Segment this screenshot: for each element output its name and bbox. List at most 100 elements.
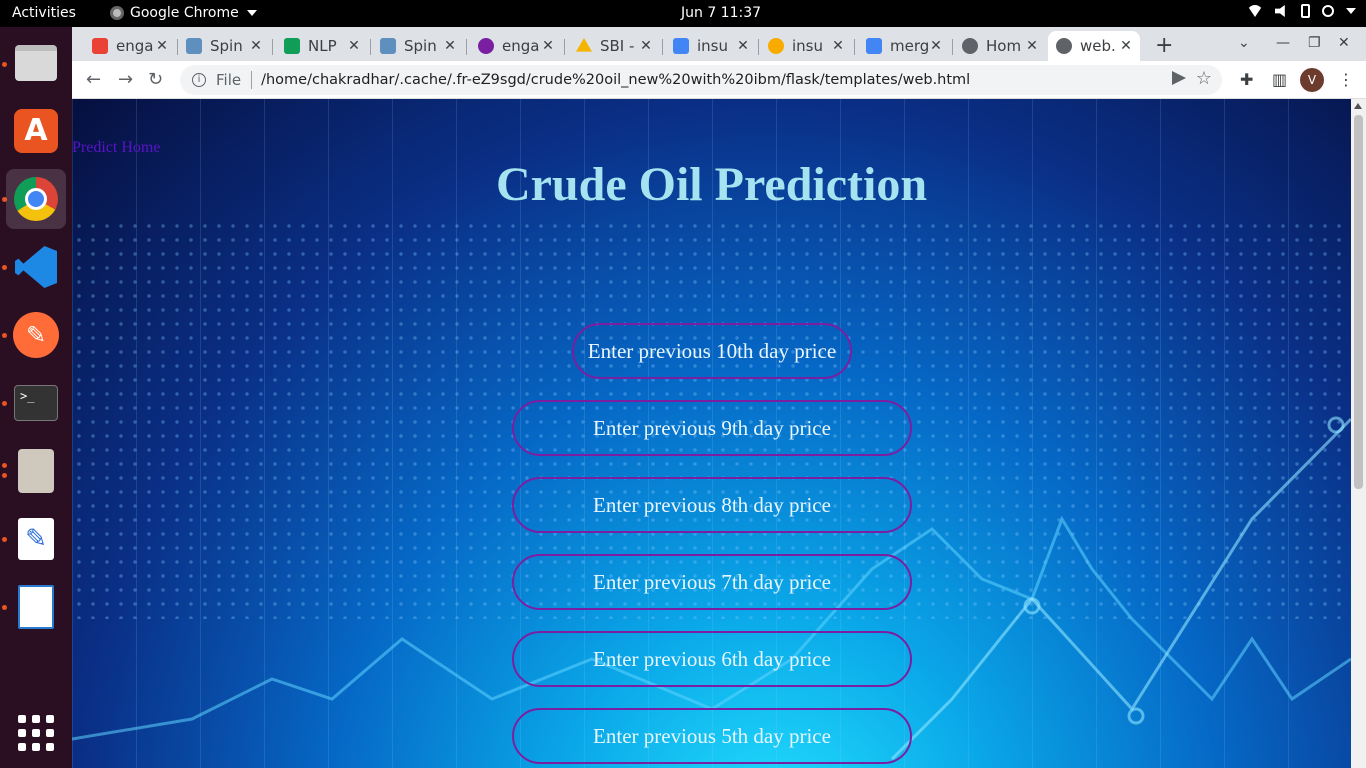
postman-icon: ✎ [13, 312, 59, 358]
app-menu[interactable]: Google Chrome [110, 5, 257, 21]
tab-2[interactable]: NLP ✕ [276, 31, 368, 61]
close-icon[interactable]: ✕ [248, 38, 264, 54]
address-bar[interactable]: i File /home/chakradhar/.cache/.fr-eZ9sg… [180, 65, 1222, 95]
close-icon[interactable]: ✕ [638, 38, 654, 54]
price-field-day-6[interactable] [512, 631, 912, 687]
price-field-day-8[interactable] [512, 477, 912, 533]
dock-text-editor[interactable]: ✎ [6, 509, 66, 569]
close-icon[interactable]: ✕ [154, 38, 170, 54]
files-icon [15, 45, 57, 81]
drive-icon [576, 38, 592, 52]
caret-down-icon [246, 10, 257, 16]
globe-icon [1056, 38, 1072, 54]
close-icon[interactable]: ✕ [442, 38, 458, 54]
terminal-icon: >_ [14, 385, 58, 421]
dock-writer[interactable] [6, 577, 66, 637]
image-icon [186, 38, 202, 54]
globe-icon [962, 38, 978, 54]
side-panel-icon[interactable]: ▥ [1272, 70, 1287, 89]
scroll-up-icon[interactable] [1354, 103, 1362, 109]
page-viewport: Predict Home Crude Oil Prediction [72, 99, 1351, 768]
minimize-icon[interactable]: — [1276, 35, 1290, 51]
close-icon[interactable]: ✕ [540, 38, 556, 54]
activities-button[interactable]: Activities [12, 5, 76, 21]
forward-icon[interactable]: → [118, 69, 133, 90]
info-icon[interactable]: i [192, 73, 206, 87]
chrome-icon [14, 177, 58, 221]
wifi-icon [1247, 5, 1263, 17]
window-close-icon[interactable]: ✕ [1338, 35, 1350, 51]
archive-icon [18, 449, 54, 493]
close-icon[interactable]: ✕ [346, 38, 362, 54]
clock[interactable]: Jun 7 11:37 [681, 5, 761, 21]
price-field-day-7[interactable] [512, 554, 912, 610]
page-title: Crude Oil Prediction [495, 158, 928, 211]
caret-down-icon [1346, 8, 1356, 14]
page-scrollbar[interactable] [1351, 99, 1366, 768]
tab-0[interactable]: enga ✕ [84, 31, 176, 61]
tab-5[interactable]: SBI - ✕ [568, 31, 660, 61]
bookmark-star-icon[interactable]: ☆ [1196, 68, 1212, 89]
docs-icon [866, 38, 882, 54]
gmail-icon [92, 38, 108, 54]
tab-strip: enga ✕ Spin ✕ NLP ✕ Spin ✕ enga ✕ SBI - ✕ insu… [72, 27, 1366, 61]
browser-toolbar: ← → ↻ i File /home/chakradhar/.cache/.fr… [72, 61, 1366, 99]
dock: A ✎ >_ ✎ [0, 27, 72, 768]
sheets-icon [284, 38, 300, 54]
tab-10-active[interactable]: web. ✕ [1048, 31, 1140, 61]
send-icon[interactable] [1172, 71, 1186, 85]
url-scheme: File [216, 71, 253, 89]
volume-icon [1275, 5, 1285, 17]
battery-icon [1301, 4, 1310, 18]
tab-7[interactable]: insu ✕ [760, 31, 852, 61]
dock-terminal[interactable]: >_ [6, 373, 66, 433]
predict-home-link[interactable]: Predict Home [72, 139, 160, 157]
lock-icon [478, 38, 494, 54]
url-text[interactable]: /home/chakradhar/.cache/.fr-eZ9sgd/crude… [261, 72, 970, 88]
scrollbar-thumb[interactable] [1354, 115, 1363, 489]
back-icon[interactable]: ← [86, 69, 101, 90]
tab-3[interactable]: Spin ✕ [372, 31, 464, 61]
software-store-icon: A [14, 109, 58, 153]
dock-chrome[interactable] [6, 169, 66, 229]
dock-postman[interactable]: ✎ [6, 305, 66, 365]
profile-avatar[interactable]: V [1300, 68, 1324, 92]
dock-vscode[interactable] [6, 237, 66, 297]
docs-icon [673, 38, 689, 54]
tab-9[interactable]: Hom ✕ [954, 31, 1046, 61]
dock-archive[interactable] [6, 441, 66, 501]
writer-icon [18, 585, 54, 629]
close-icon[interactable]: ✕ [1118, 38, 1134, 54]
tab-6[interactable]: insu ✕ [665, 31, 757, 61]
system-top-bar: Activities Google Chrome Jun 7 11:37 [0, 0, 1366, 27]
reload-icon[interactable]: ↻ [148, 69, 163, 90]
tab-search-icon[interactable]: ⌄ [1238, 35, 1250, 51]
price-field-day-9[interactable] [512, 400, 912, 456]
dock-files[interactable] [6, 33, 66, 93]
tab-4[interactable]: enga ✕ [470, 31, 562, 61]
close-icon[interactable]: ✕ [928, 38, 944, 54]
extensions-icon[interactable]: ✚ [1240, 70, 1253, 89]
vscode-icon [15, 246, 57, 288]
menu-icon[interactable]: ⋮ [1338, 70, 1354, 89]
browser-window: enga ✕ Spin ✕ NLP ✕ Spin ✕ enga ✕ SBI - ✕ insu… [72, 27, 1366, 768]
image-icon [380, 38, 396, 54]
close-icon[interactable]: ✕ [735, 38, 751, 54]
close-icon[interactable]: ✕ [830, 38, 846, 54]
system-tray[interactable] [1247, 4, 1356, 18]
new-tab-button[interactable]: + [1155, 33, 1173, 58]
chrome-icon [110, 6, 124, 20]
maximize-icon[interactable]: ❐ [1308, 35, 1321, 51]
app-menu-label: Google Chrome [130, 5, 239, 21]
dock-software[interactable]: A [6, 101, 66, 161]
show-apps-button[interactable] [6, 703, 66, 763]
price-field-day-10[interactable] [572, 323, 852, 379]
tab-1[interactable]: Spin ✕ [178, 31, 270, 61]
price-field-day-5[interactable] [512, 708, 912, 764]
text-editor-icon: ✎ [18, 518, 54, 560]
power-icon [1322, 5, 1334, 17]
colab-icon [768, 38, 784, 54]
app-grid-icon [18, 715, 54, 751]
tab-8[interactable]: merg ✕ [858, 31, 950, 61]
close-icon[interactable]: ✕ [1024, 38, 1040, 54]
